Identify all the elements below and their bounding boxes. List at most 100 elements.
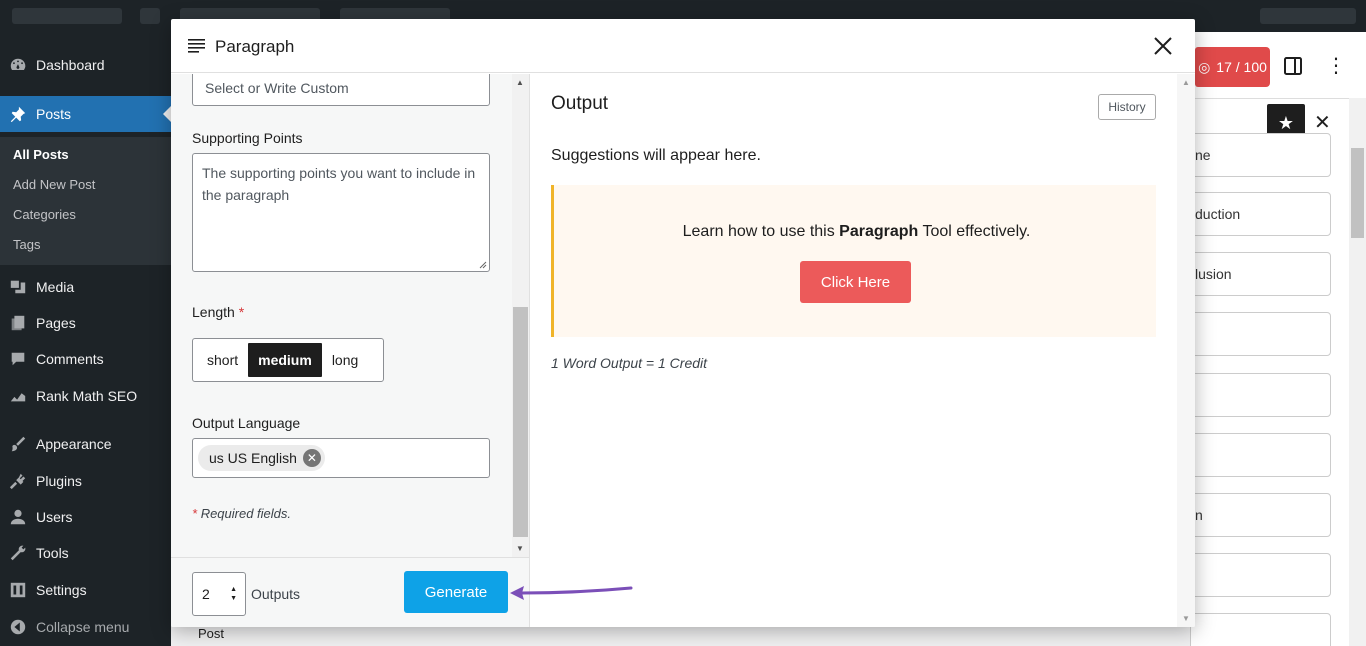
modal-header: Paragraph [171,19,1195,73]
seo-score-badge[interactable]: ◎ 17 / 100 [1195,47,1270,87]
resize-handle-icon[interactable] [478,260,487,269]
length-label: Length * [192,304,245,320]
form-footer: 2 ▲ ▼ Outputs Generate [171,557,529,627]
learn-callout: Learn how to use this Paragraph Tool eff… [551,185,1156,337]
menu-label: Rank Math SEO [36,388,138,404]
posts-submenu: All Posts Add New Post Categories Tags [0,137,171,265]
menu-label: Pages [36,315,76,331]
click-here-button[interactable]: Click Here [800,261,911,303]
menu-users[interactable]: Users [0,499,171,535]
menu-label: Media [36,279,75,295]
menu-collapse[interactable]: Collapse menu [0,609,171,645]
tool-form-pane: Select or Write Custom Supporting Points… [171,74,530,627]
plugins-icon [0,472,36,490]
admin-sidebar: Dashboard Posts All Posts Add New Post C… [0,32,171,646]
length-option-long[interactable]: long [322,343,368,377]
rank-math-icon [0,387,36,405]
stepper-arrows-icon[interactable]: ▲ ▼ [230,586,237,602]
annotation-arrow-icon [510,586,633,600]
comments-icon [0,350,36,368]
supporting-points-label: Supporting Points [192,130,303,146]
menu-label: Posts [36,106,72,122]
menu-label: Comments [36,351,104,367]
supporting-points-textarea[interactable]: The supporting points you want to includ… [192,153,490,272]
menu-label: Users [36,509,73,525]
paragraph-icon [188,39,206,58]
panel-card[interactable] [1190,312,1331,356]
required-fields-note: * Required fields. [192,506,292,521]
post-label: Post [198,626,225,641]
menu-tools[interactable]: Tools [0,535,171,571]
menu-label: Settings [36,582,87,598]
form-scrollbar[interactable]: ▲ ▼ [512,74,529,557]
language-chip: us US English ✕ [198,445,325,471]
scroll-up-icon[interactable]: ▲ [1182,78,1190,87]
panel-card[interactable] [1190,553,1331,597]
menu-rank-math-seo[interactable]: Rank Math SEO [0,378,171,414]
menu-label: Dashboard [36,57,105,73]
generate-button[interactable]: Generate [404,571,508,613]
menu-settings[interactable]: Settings [0,572,171,608]
output-title: Output [551,93,609,114]
remove-chip-icon[interactable]: ✕ [302,449,321,467]
panel-card[interactable]: duction [1190,192,1331,236]
menu-label: Tools [36,545,69,561]
collapse-icon [0,618,36,636]
menu-label: Collapse menu [36,619,130,635]
panel-close-icon[interactable]: ✕ [1314,112,1331,134]
scroll-up-icon[interactable]: ▲ [516,78,524,87]
length-segmented-control: short medium long [192,338,384,382]
pushpin-icon [0,105,36,123]
learn-text: Learn how to use this Paragraph Tool eff… [682,223,1031,240]
menu-appearance[interactable]: Appearance [0,426,171,462]
panel-card[interactable]: ne [1190,133,1331,177]
pages-icon [0,314,36,332]
history-button[interactable]: History [1098,94,1156,120]
submenu-categories[interactable]: Categories [13,207,76,222]
scroll-down-icon[interactable]: ▼ [1182,614,1190,623]
scrollbar-thumb[interactable] [513,307,528,537]
output-pane: Output History Suggestions will appear h… [530,74,1195,627]
suggestions-placeholder: Suggestions will appear here. [551,147,761,164]
users-icon [0,508,36,526]
panel-scrollbar[interactable] [1349,98,1366,646]
menu-comments[interactable]: Comments [0,341,171,377]
media-icon [0,278,36,296]
submenu-tags[interactable]: Tags [13,237,40,252]
modal-title: Paragraph [215,37,295,56]
options-kebab-icon[interactable]: ⋮ [1326,55,1346,77]
submenu-add-new-post[interactable]: Add New Post [13,177,95,192]
panel-card[interactable] [1190,373,1331,417]
output-language-select[interactable]: us US English ✕ [192,438,490,478]
submenu-all-posts[interactable]: All Posts [13,147,69,162]
menu-pages[interactable]: Pages [0,305,171,341]
close-icon[interactable] [1152,35,1174,57]
menu-dashboard[interactable]: Dashboard [0,47,171,83]
outputs-stepper[interactable]: 2 ▲ ▼ [192,572,246,616]
sidebar-toggle-icon[interactable] [1283,55,1303,77]
panel-card[interactable]: n [1190,493,1331,537]
output-language-label: Output Language [192,415,301,431]
menu-plugins[interactable]: Plugins [0,463,171,499]
panel-card[interactable] [1190,613,1331,646]
length-option-short[interactable]: short [197,343,248,377]
topic-select-input[interactable]: Select or Write Custom [192,74,490,106]
scroll-down-icon[interactable]: ▼ [516,544,524,553]
dashboard-icon [0,56,36,74]
menu-label: Appearance [36,436,112,452]
panel-card[interactable]: lusion [1190,252,1331,296]
form-scroll-area: Select or Write Custom Supporting Points… [171,74,512,557]
length-option-medium[interactable]: medium [248,343,322,377]
menu-label: Plugins [36,473,82,489]
score-icon: ◎ [1198,58,1211,75]
panel-card[interactable] [1190,433,1331,477]
wrench-icon [0,544,36,562]
settings-icon [0,581,36,599]
credit-note: 1 Word Output = 1 Credit [551,355,708,371]
paragraph-tool-modal: Paragraph Select or Write Custom Support… [171,19,1195,627]
outputs-label: Outputs [251,586,301,602]
output-scrollbar[interactable]: ▲ ▼ [1177,74,1195,627]
menu-posts[interactable]: Posts [0,96,171,132]
menu-media[interactable]: Media [0,269,171,305]
paintbrush-icon [0,435,36,453]
